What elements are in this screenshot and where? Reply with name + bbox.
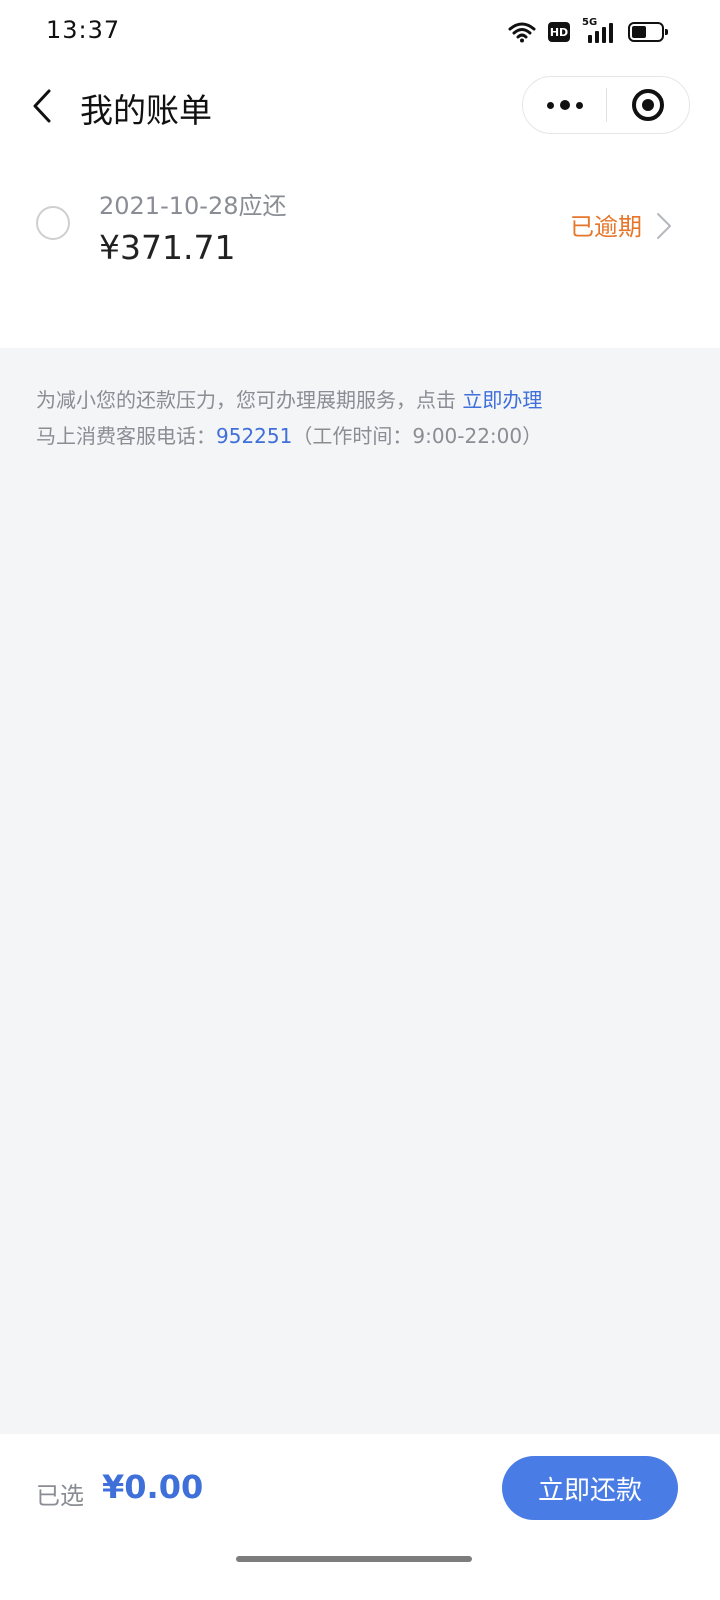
status-bar: 13:37 HD 5G [0, 0, 720, 64]
close-button[interactable] [607, 76, 689, 134]
service-hotline: 马上消费客服电话：952251（工作时间：9:00-22:00） [36, 418, 696, 454]
bill-select-radio[interactable] [36, 206, 70, 240]
signal-5g-icon: 5G [582, 17, 616, 45]
bottom-bar: 已选 ¥0.00 立即还款 [0, 1434, 720, 1600]
hotline-hours: （工作时间：9:00-22:00） [292, 424, 543, 448]
pay-now-button[interactable]: 立即还款 [502, 1456, 678, 1520]
wifi-icon [508, 22, 536, 43]
extension-notice: 为减小您的还款压力，您可办理展期服务，点击 立即办理 [36, 382, 696, 418]
target-close-icon [631, 89, 664, 121]
notice-text: 为减小您的还款压力，您可办理展期服务，点击 立即办理 马上消费客服电话：9522… [36, 382, 696, 454]
hotline-label: 马上消费客服电话： [36, 424, 216, 448]
nav-bar: 我的账单 [0, 64, 720, 148]
bill-amount: ¥371.71 [99, 228, 236, 267]
hotline-phone-link[interactable]: 952251 [216, 424, 292, 448]
selected-label: 已选 [36, 1482, 84, 1510]
apply-extension-link[interactable]: 立即办理 [462, 388, 542, 412]
more-button[interactable] [523, 76, 606, 134]
bill-list: 2021-10-28应还 ¥371.71 已逾期 [0, 148, 720, 348]
bill-item[interactable]: 2021-10-28应还 ¥371.71 已逾期 [0, 176, 720, 276]
chevron-right-icon [657, 213, 671, 239]
chevron-left-icon [33, 89, 51, 123]
extension-notice-text: 为减小您的还款压力，您可办理展期服务，点击 [36, 388, 456, 412]
status-icons: HD 5G [508, 17, 668, 46]
page-title: 我的账单 [80, 91, 212, 130]
bill-page: 13:37 HD 5G 我的账单 2021-10-28应还 ¥371.71 已逾… [0, 0, 720, 1600]
mini-program-capsule [522, 76, 690, 134]
back-button[interactable] [22, 82, 62, 130]
home-indicator[interactable] [236, 1556, 472, 1562]
bill-status-badge: 已逾期 [570, 213, 642, 241]
status-time: 13:37 [46, 16, 121, 44]
battery-icon [628, 22, 668, 42]
selected-amount: ¥0.00 [102, 1468, 204, 1506]
more-dots-icon [546, 101, 554, 109]
bill-due-date: 2021-10-28应还 [99, 192, 287, 220]
hd-icon: HD [548, 22, 570, 42]
